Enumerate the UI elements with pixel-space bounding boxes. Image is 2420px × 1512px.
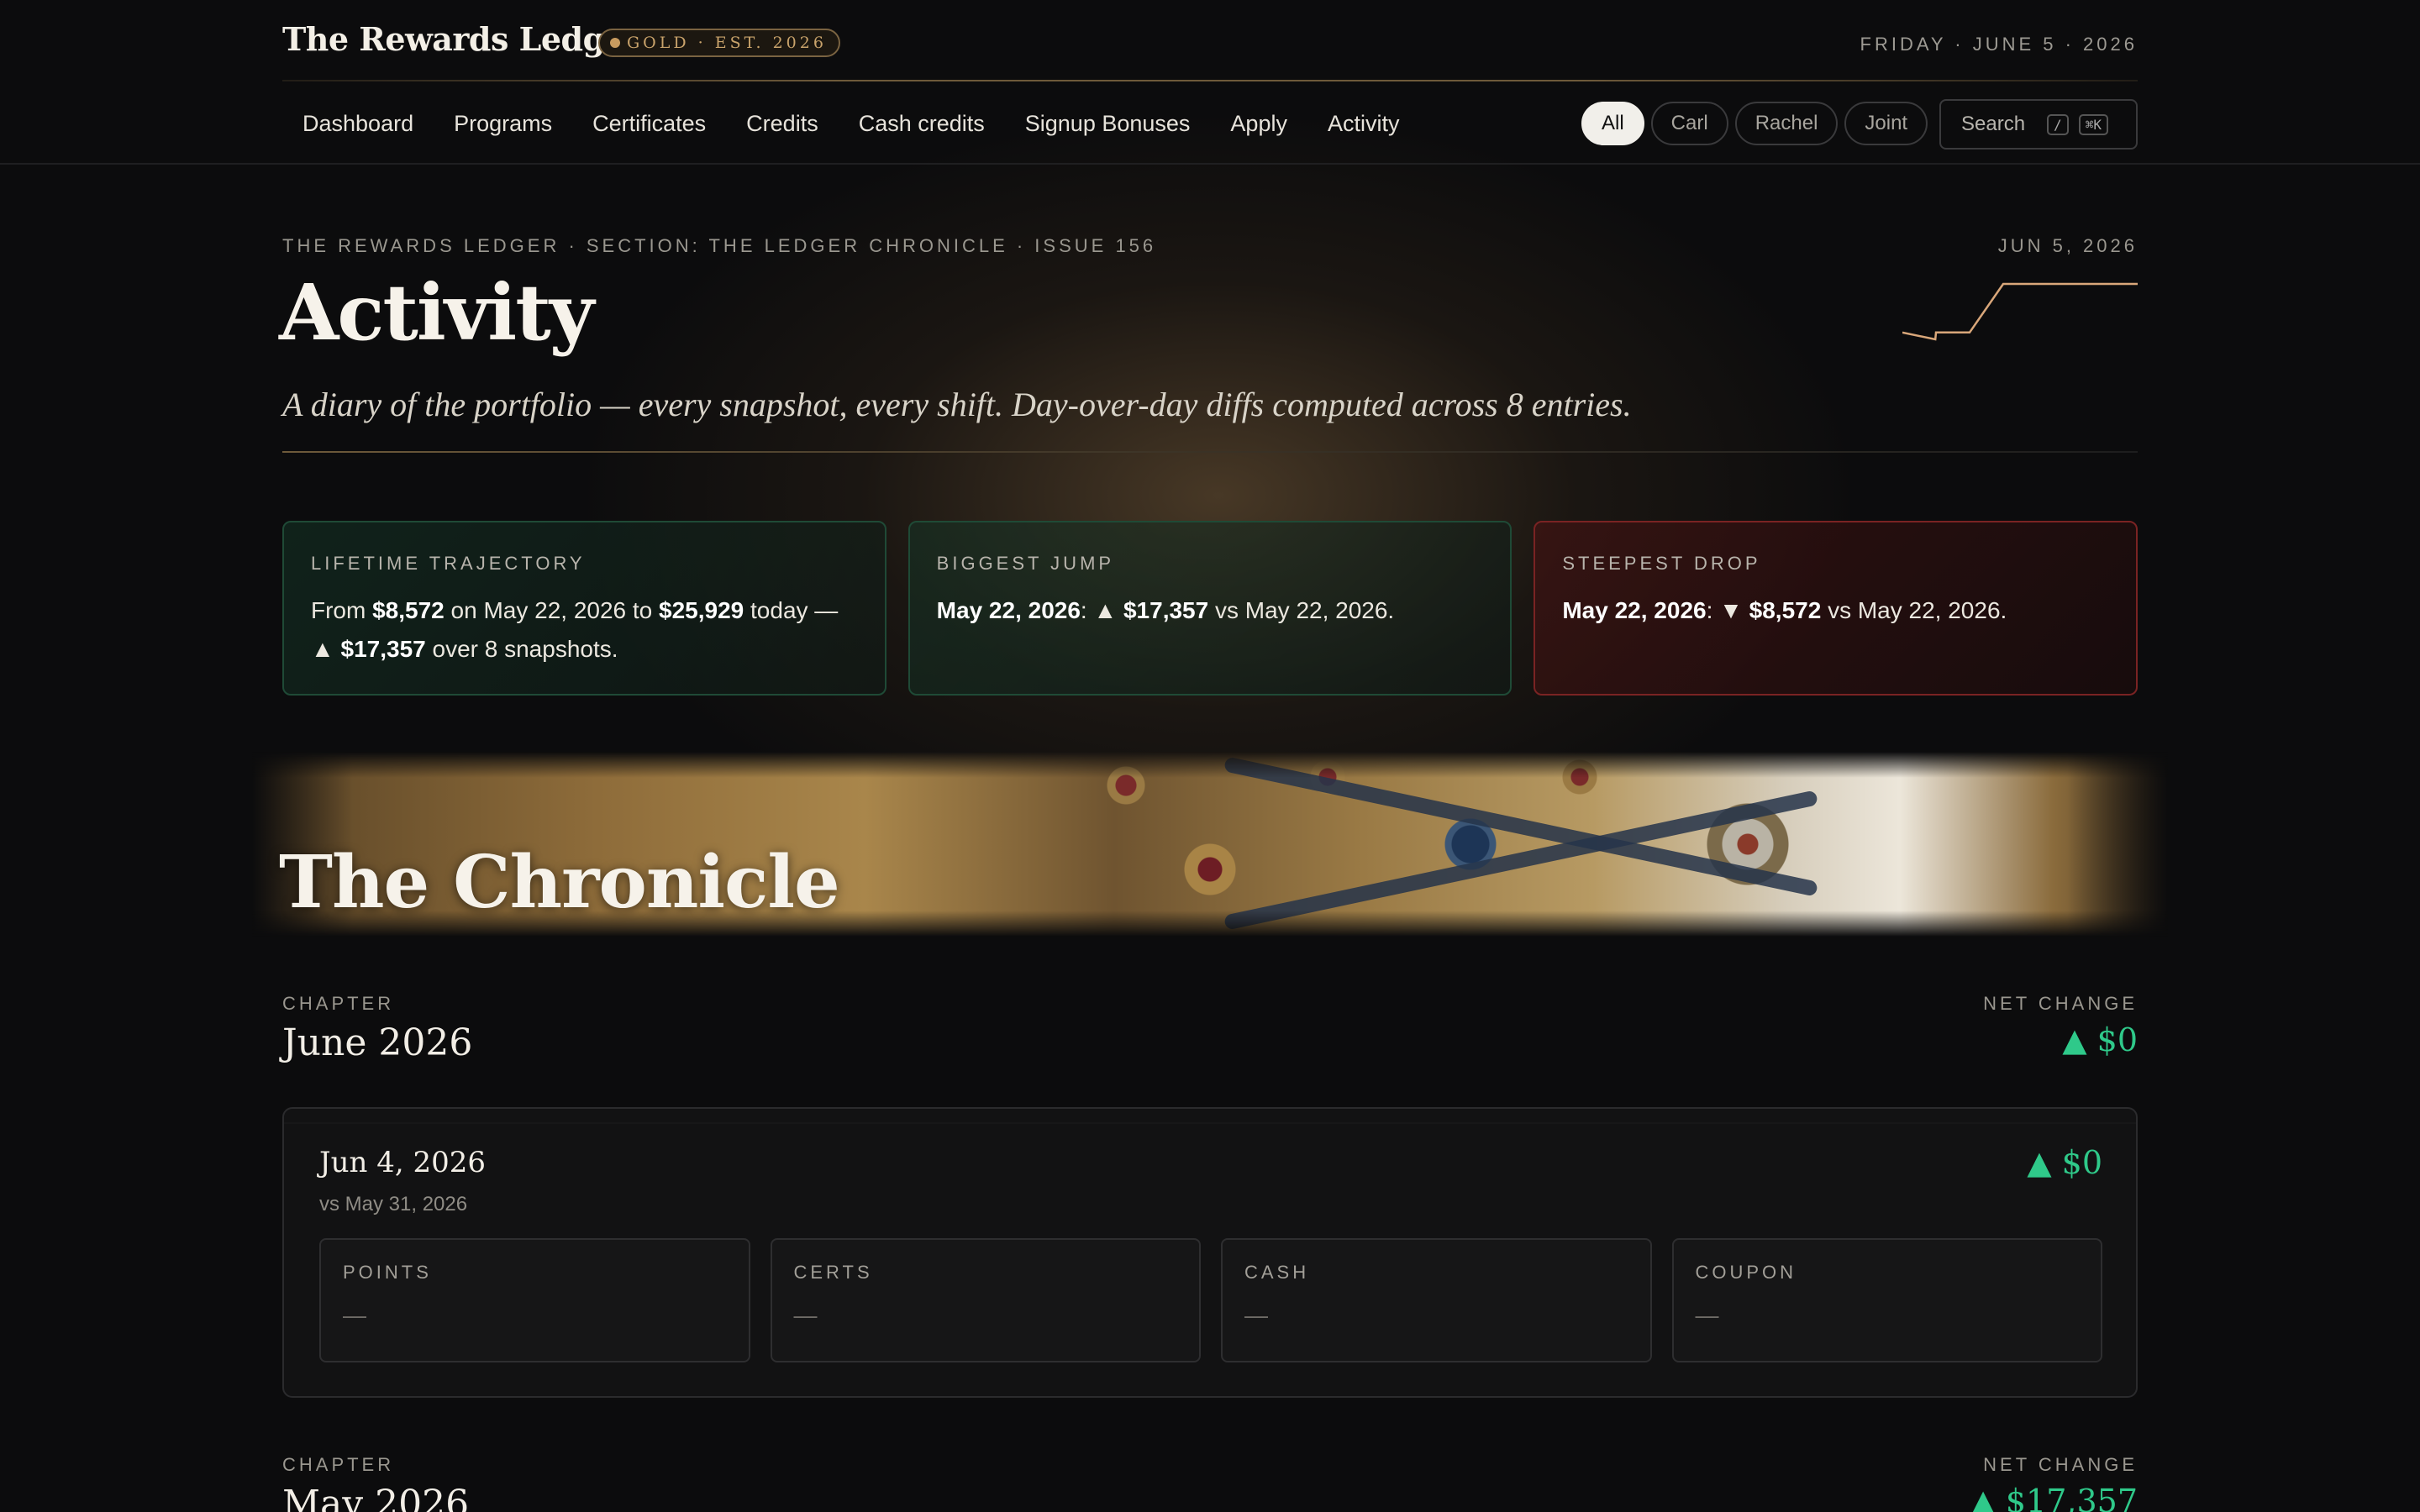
metric-label: COUPON (1695, 1262, 1797, 1283)
jump-value: $17,357 (1123, 597, 1209, 623)
filter-chip-all[interactable]: All (1581, 102, 1644, 145)
card-body: From $8,572 on May 22, 2026 to $25,929 t… (311, 597, 839, 662)
tier-dot-icon (610, 38, 620, 48)
lifetime-trajectory-card: LIFETIME TRAJECTORY From $8,572 on May 2… (282, 521, 886, 696)
chapter-label: CHAPTER (282, 993, 395, 1014)
portfolio-sparkline (1902, 282, 2138, 341)
chapter-name: June 2026 (282, 1021, 473, 1064)
card-label: BIGGEST JUMP (936, 553, 1115, 574)
chapter-header: CHAPTER May 2026 NET CHANGE ▲ $17,357 (282, 1454, 2138, 1512)
steepest-drop-card: STEEPEST DROP May 22, 2026: ▼ $8,572 vs … (1534, 521, 2139, 696)
to-value: $25,929 (659, 597, 744, 623)
nav-apply[interactable]: Apply (1210, 111, 1307, 137)
dateline: FRIDAY · JUNE 5 · 2026 (1860, 34, 2138, 55)
metric-label: CASH (1244, 1262, 1310, 1283)
chapter-label: CHAPTER (282, 1454, 395, 1475)
navigation-bar: Dashboard Programs Certificates Credits … (282, 94, 2138, 153)
primary-nav: Dashboard Programs Certificates Credits … (282, 94, 1419, 153)
nav-signup-bonuses[interactable]: Signup Bonuses (1005, 111, 1211, 137)
metric-certs: CERTS — (770, 1238, 1201, 1362)
tier-badge-label: GOLD · EST. 2026 (627, 34, 827, 52)
nav-cash-credits[interactable]: Cash credits (839, 111, 1005, 137)
entry-date: Jun 4, 2026 (319, 1146, 487, 1179)
brand-title[interactable]: The Rewards Ledger (282, 20, 641, 58)
chronicle-title: The Chronicle (279, 840, 840, 925)
masthead-rule (282, 80, 2138, 81)
net-change: NET CHANGE ▲ $17,357 (1971, 1454, 2138, 1512)
section-kicker: THE REWARDS LEDGER · SECTION: THE LEDGER… (282, 235, 1157, 256)
owner-filter: All Carl Rachel Joint (1581, 102, 1928, 145)
metric-label: POINTS (343, 1262, 432, 1283)
metric-value: — (1244, 1302, 1268, 1328)
entry-change: ▲ $0 (2027, 1144, 2102, 1181)
metric-label: CERTS (793, 1262, 873, 1283)
card-label: STEEPEST DROP (1562, 553, 1761, 574)
delta-value: $17,357 (340, 636, 426, 662)
metric-value: — (793, 1302, 818, 1328)
metric-cash: CASH — (1221, 1238, 1652, 1362)
nav-activity[interactable]: Activity (1307, 111, 1420, 137)
nav-programs[interactable]: Programs (434, 111, 572, 137)
biggest-jump-card: BIGGEST JUMP May 22, 2026: ▲ $17,357 vs … (908, 521, 1512, 696)
metric-points: POINTS — (319, 1238, 750, 1362)
metric-value: — (1695, 1302, 1719, 1328)
page-title: Activity (279, 267, 594, 358)
card-body: May 22, 2026: ▼ $8,572 vs May 22, 2026. (1562, 597, 2007, 623)
metric-coupon: COUPON — (1671, 1238, 2102, 1362)
drop-value: $8,572 (1749, 597, 1822, 623)
search-button[interactable]: Search / ⌘K (1939, 99, 2138, 150)
from-value: $8,572 (372, 597, 445, 623)
snapshot-entry: Jun 4, 2026 vs May 31, 2026 ▲ $0 POINTS … (282, 1107, 2138, 1398)
filter-chip-joint[interactable]: Joint (1844, 102, 1928, 145)
net-change-label: NET CHANGE (1983, 993, 2138, 1014)
net-change-value: ▲ $17,357 (1970, 1483, 2138, 1512)
filter-chip-rachel[interactable]: Rachel (1734, 102, 1839, 145)
issue-date: JUN 5, 2026 (1997, 235, 2138, 256)
jump-date: May 22, 2026 (936, 597, 1081, 623)
watch-hand-shape (1223, 756, 1819, 897)
net-change-value: ▲ $0 (2062, 1021, 2138, 1058)
masthead: The Rewards Ledger GOLD · EST. 2026 FRID… (282, 0, 2138, 81)
watch-hand-shape (1223, 790, 1819, 931)
metric-value: — (343, 1302, 366, 1328)
hero-rule (282, 451, 2138, 453)
net-change: NET CHANGE ▲ $0 (1983, 993, 2138, 1058)
page-subtitle: A diary of the portfolio — every snapsho… (282, 386, 1632, 423)
sparkline-line (1902, 282, 2138, 341)
card-body: May 22, 2026: ▲ $17,357 vs May 22, 2026. (936, 597, 1395, 623)
chapter-name: May 2026 (282, 1483, 470, 1512)
drop-date: May 22, 2026 (1562, 597, 1707, 623)
shortcut-cmd-k-key: ⌘K (2078, 113, 2108, 135)
shortcut-slash-key: / (2047, 113, 2069, 135)
nav-dashboard[interactable]: Dashboard (282, 111, 434, 137)
entry-metrics: POINTS — CERTS — CASH — COUPON — (319, 1238, 2102, 1362)
header-divider (0, 163, 2420, 165)
tier-badge: GOLD · EST. 2026 (598, 29, 840, 57)
nav-credits[interactable]: Credits (726, 111, 839, 137)
card-label: LIFETIME TRAJECTORY (311, 553, 586, 574)
summary-cards: LIFETIME TRAJECTORY From $8,572 on May 2… (282, 521, 2139, 696)
net-change-label: NET CHANGE (1983, 1454, 2138, 1475)
nav-certificates[interactable]: Certificates (572, 111, 726, 137)
entry-compare: vs May 31, 2026 (319, 1193, 468, 1215)
filter-chip-carl[interactable]: Carl (1650, 102, 1728, 145)
search-label: Search (1961, 113, 2026, 135)
